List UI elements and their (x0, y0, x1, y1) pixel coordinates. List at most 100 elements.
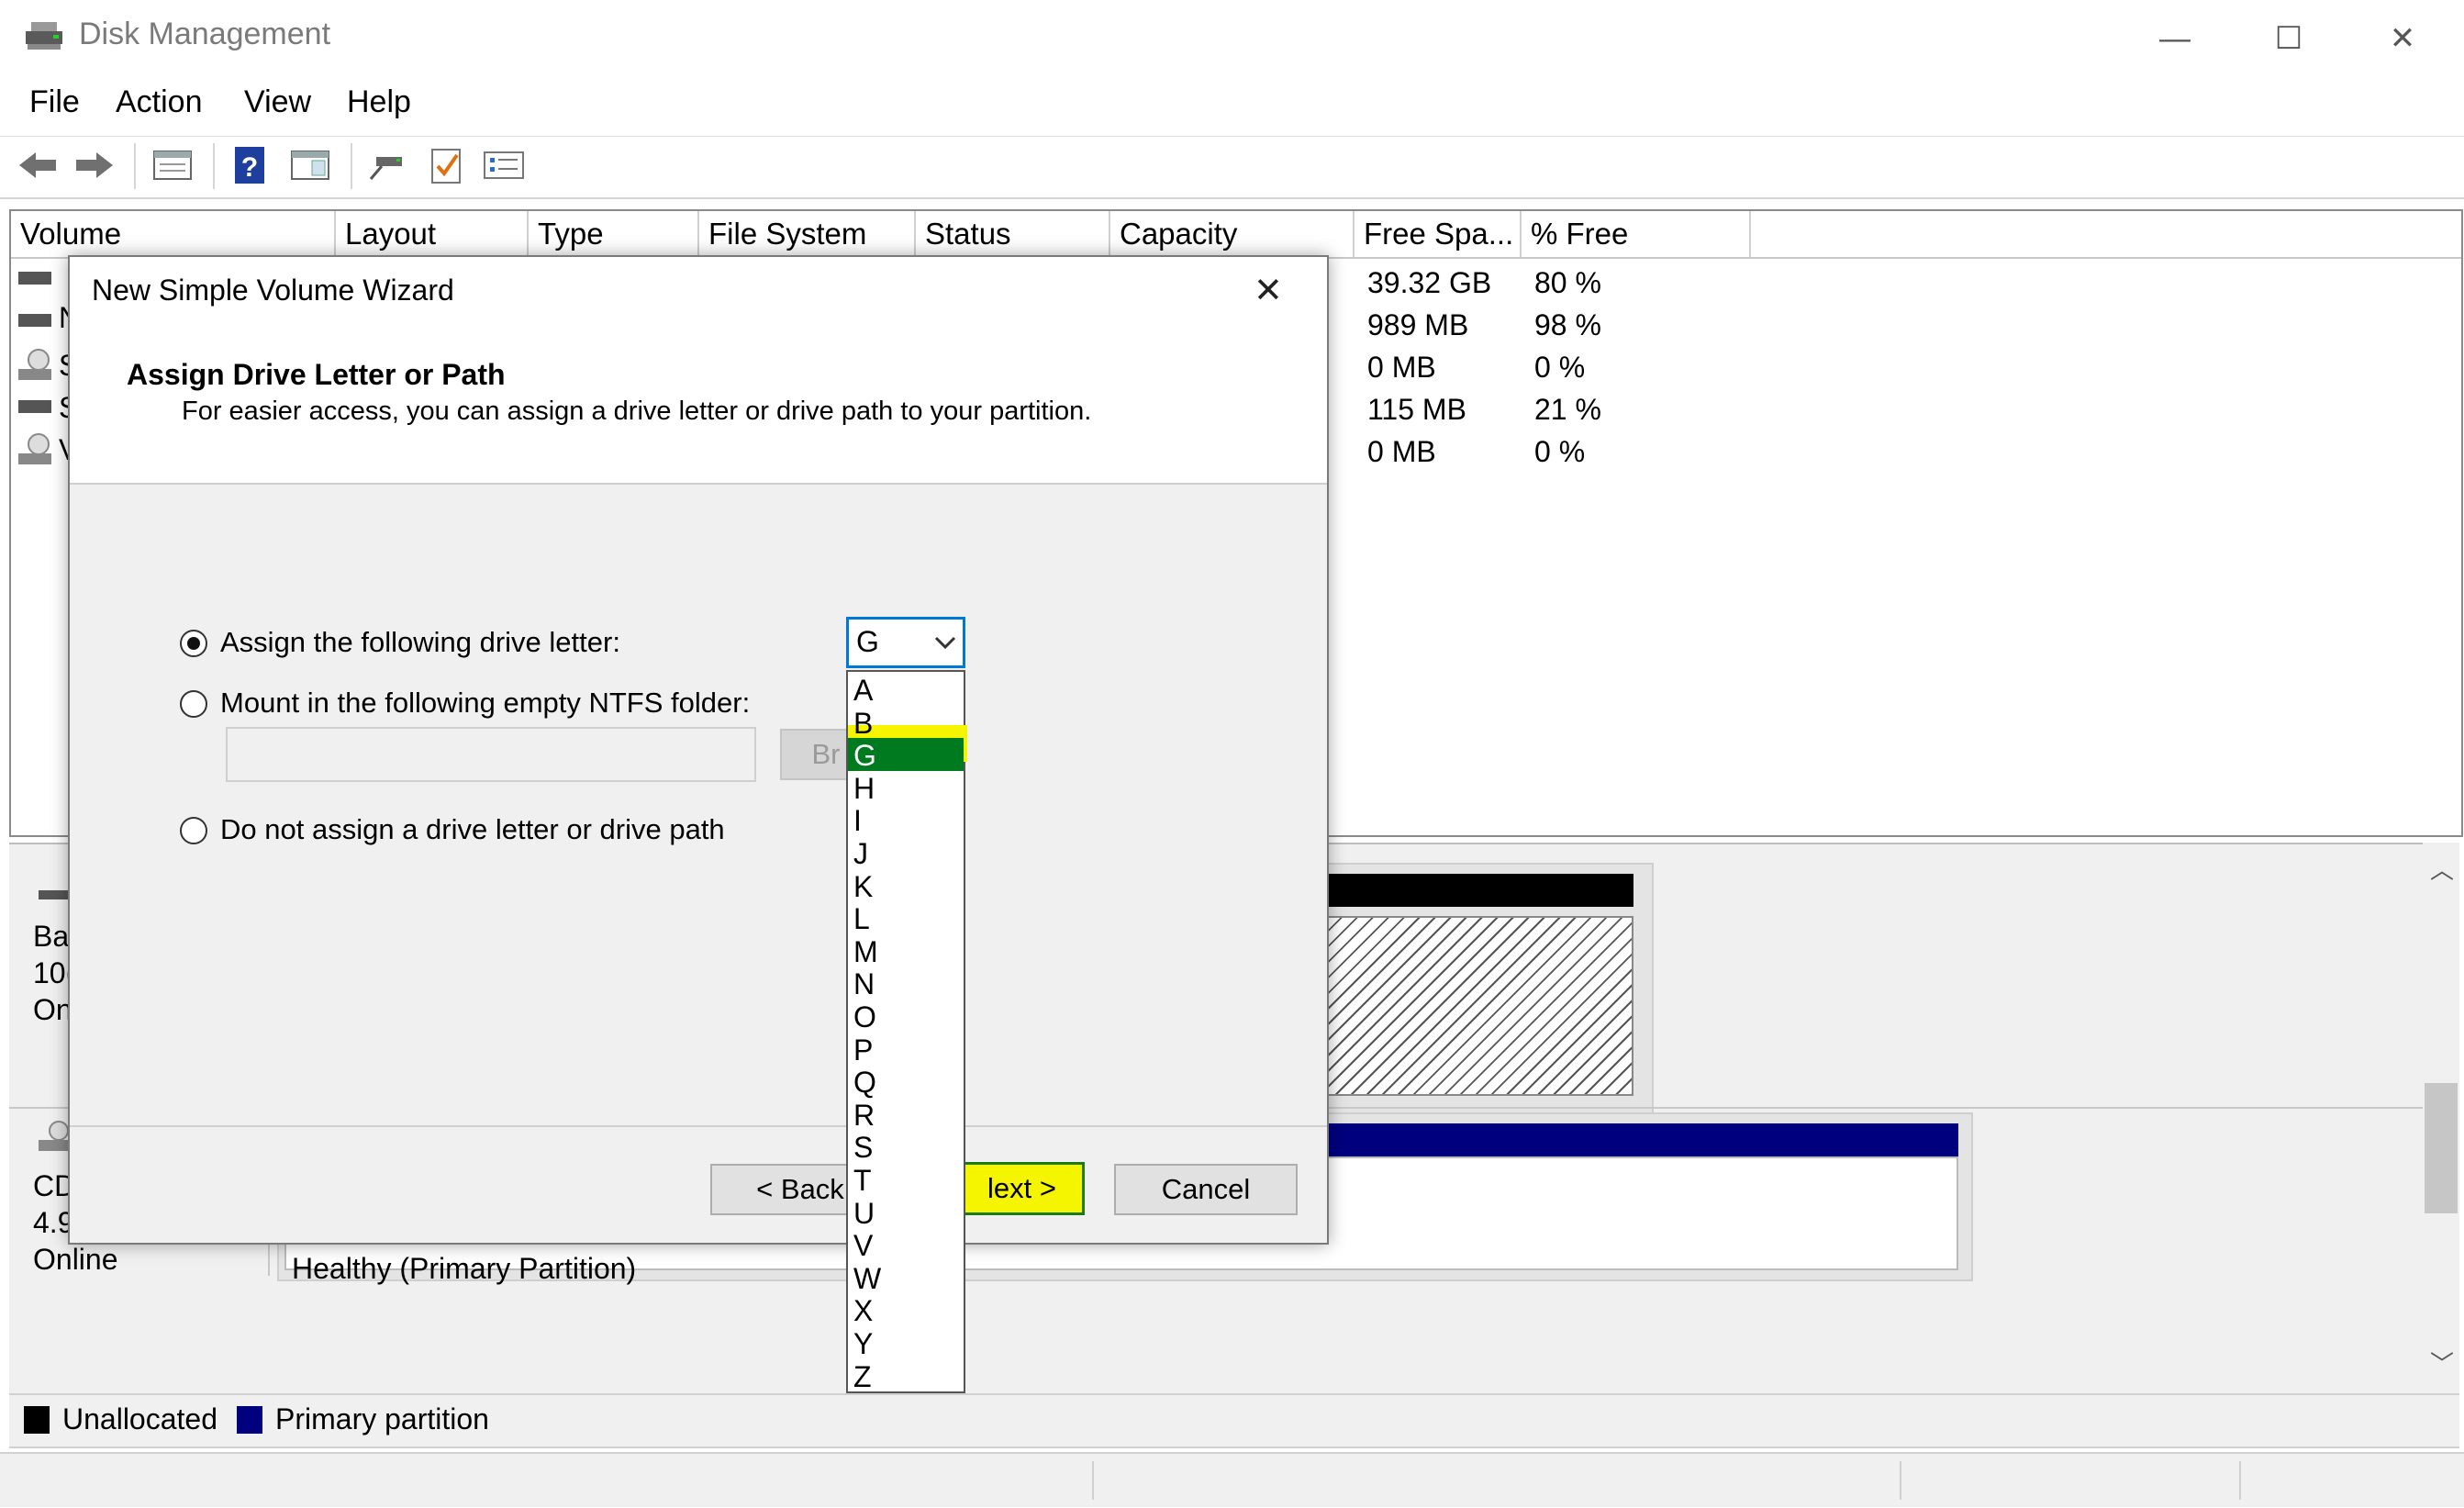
drive-letter-option[interactable]: R (853, 1099, 962, 1132)
disk-icon (39, 890, 68, 899)
menu-view[interactable]: View (244, 84, 311, 120)
cdrom-status: Online (33, 1243, 118, 1276)
drive-letter-selected: G (856, 625, 879, 658)
status-divider (1900, 1461, 1901, 1500)
window-title: Disk Management (79, 17, 331, 51)
assign-letter-radio[interactable] (180, 630, 207, 657)
drive-letter-option[interactable]: N (853, 967, 962, 1001)
column-file-system[interactable]: File System (699, 211, 916, 257)
disk0-type: Ba (33, 920, 70, 953)
disk-management-icon (26, 22, 62, 50)
cancel-button[interactable]: Cancel (1114, 1164, 1298, 1215)
back-icon[interactable] (17, 143, 59, 187)
maximize-button[interactable]: ☐ (2234, 13, 2344, 64)
drive-letter-option[interactable]: Q (853, 1066, 962, 1099)
drive-letter-option[interactable]: U (853, 1197, 962, 1230)
status-divider (2239, 1461, 2241, 1500)
percent-free-cell: 98 % (1534, 308, 1601, 341)
drive-letter-option[interactable]: A (853, 674, 962, 707)
status-divider (1092, 1461, 1094, 1500)
free-space-cell: 0 MB (1367, 435, 1436, 468)
drive-letter-option[interactable]: O (853, 1000, 962, 1033)
close-window-button[interactable]: ✕ (2347, 13, 2458, 64)
drive-letter-option[interactable]: L (853, 902, 962, 935)
toolbar-separator (351, 143, 352, 189)
cd-drive-icon (18, 349, 51, 380)
chevron-down-icon[interactable] (933, 634, 957, 651)
drive-icon (18, 314, 51, 327)
drive-letter-option[interactable]: Z (853, 1360, 962, 1393)
scroll-down-icon[interactable]: ﹀ (2430, 1346, 2454, 1380)
next-button[interactable]: lext > (956, 1162, 1085, 1215)
column-layout[interactable]: Layout (336, 211, 529, 257)
properties-icon[interactable] (151, 143, 195, 187)
vertical-scrollbar[interactable]: ︿ ﹀ (2423, 843, 2459, 1393)
drive-letter-option[interactable]: T (853, 1164, 962, 1197)
drive-letter-option[interactable]: H (853, 772, 962, 805)
menu-file[interactable]: File (29, 84, 80, 120)
drive-letter-dropdown[interactable]: G (846, 617, 965, 668)
scrollbar-thumb[interactable] (2425, 1083, 2458, 1213)
show-hide-icon[interactable] (288, 143, 332, 187)
wizard-close-button[interactable]: ✕ (1254, 270, 1283, 311)
wizard-heading: Assign Drive Letter or Path (127, 358, 506, 391)
minimize-button[interactable]: — (2120, 13, 2230, 64)
column-type[interactable]: Type (529, 211, 699, 257)
percent-free-cell: 0 % (1534, 435, 1586, 468)
mount-folder-radio[interactable] (180, 690, 207, 718)
free-space-cell: 115 MB (1367, 393, 1466, 426)
unallocated-bar (1325, 874, 1633, 907)
new-simple-volume-wizard: New Simple Volume Wizard ✕ Assign Drive … (68, 255, 1329, 1245)
drive-letter-option[interactable]: M (853, 935, 962, 968)
percent-free-cell: 80 % (1534, 266, 1601, 299)
mount-folder-label[interactable]: Mount in the following empty NTFS folder… (220, 687, 750, 720)
free-space-cell: 39.32 GB (1367, 266, 1492, 299)
drive-letter-option[interactable]: P (853, 1033, 962, 1067)
drive-letter-option[interactable]: Y (853, 1327, 962, 1360)
disk0-status: On (33, 993, 72, 1026)
mount-folder-path-input[interactable] (226, 727, 756, 782)
drive-letter-option[interactable]: B (853, 707, 962, 740)
drive-icon (18, 400, 51, 413)
cd-drive-icon (18, 433, 51, 464)
title-bar (0, 0, 2464, 77)
primary-partition-bar (1325, 1123, 1958, 1156)
column-status[interactable]: Status (916, 211, 1110, 257)
toolbar-separator (134, 143, 136, 189)
footer-divider (70, 1125, 1327, 1127)
forward-icon[interactable] (73, 143, 116, 187)
drive-letter-option[interactable]: S (853, 1131, 962, 1165)
drive-letter-list[interactable]: ABGHIJKLMNOPQRSTUVWXYZ (846, 670, 967, 1393)
unallocated-hatch[interactable] (1325, 916, 1633, 1096)
drive-letter-option[interactable]: K (853, 870, 962, 903)
percent-free-cell: 21 % (1534, 393, 1601, 426)
status-bar (0, 1452, 2464, 1507)
no-letter-label[interactable]: Do not assign a drive letter or drive pa… (220, 813, 725, 846)
column-free-space[interactable]: Free Spa... (1355, 211, 1522, 257)
column-capacity[interactable]: Capacity (1110, 211, 1355, 257)
connect-icon[interactable] (365, 143, 409, 187)
scroll-up-icon[interactable]: ︿ (2430, 852, 2454, 886)
legend-primary: Primary partition (275, 1402, 489, 1435)
settings-list-icon[interactable] (481, 143, 527, 187)
menu-help[interactable]: Help (347, 84, 411, 120)
drive-letter-option[interactable]: X (853, 1294, 962, 1328)
menu-action[interactable]: Action (116, 84, 203, 120)
wizard-subheading: For easier access, you can assign a driv… (182, 397, 1092, 426)
drive-letter-option[interactable]: V (853, 1229, 962, 1262)
drive-letter-option[interactable]: W (853, 1262, 962, 1295)
drive-icon (18, 272, 51, 285)
primary-swatch (237, 1406, 262, 1434)
column-percent-free[interactable]: % Free (1522, 211, 1751, 257)
drive-letter-option[interactable]: G (853, 739, 962, 772)
no-letter-radio[interactable] (180, 817, 207, 844)
help-icon[interactable]: ? (231, 143, 268, 187)
drive-letter-option[interactable]: I (853, 804, 962, 838)
assign-letter-label[interactable]: Assign the following drive letter: (220, 626, 620, 659)
column-volume[interactable]: Volume (11, 211, 336, 257)
legend-bar: Unallocated Primary partition (9, 1393, 2459, 1448)
free-space-cell: 0 MB (1367, 351, 1436, 384)
toolbar-separator (213, 143, 215, 189)
checklist-icon[interactable] (426, 143, 466, 187)
drive-letter-option[interactable]: J (853, 837, 962, 870)
